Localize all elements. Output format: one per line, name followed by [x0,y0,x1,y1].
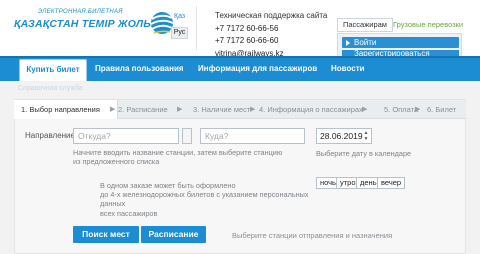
support-title: Техническая поддержка сайта [215,11,328,20]
order-hint-line-3: всех пассажиров [100,208,158,218]
step-arrow-icon: ▶ [250,106,256,113]
step-passengers: 4. Информация о пассажирах [259,105,363,114]
login-button[interactable]: Войти [342,37,459,48]
lang-rus-button[interactable]: Рус [171,27,188,39]
support-phone-1: +7 7172 60-66-56 [215,23,279,33]
step-seats: 3. Наличие мест [193,105,251,114]
to-station-input[interactable] [200,128,305,144]
direction-label: Направление [25,131,75,140]
step-arrow-icon: ▶ [110,106,116,113]
search-seats-button[interactable]: Поиск мест [73,226,139,243]
order-hint-line-2: до 4-х железнодорожных билетов с указани… [100,190,309,209]
step-arrow-icon: ▶ [177,106,183,113]
station-hint: Начните вводить название станции, затем … [73,148,313,166]
step-arrow-icon: ▶ [415,106,421,113]
from-station-input[interactable] [73,128,179,144]
lang-kaz-link[interactable]: Қаз [174,13,185,20]
tab-passengers[interactable]: Пассажирам [337,18,393,32]
nav-rules[interactable]: Правила пользования [95,58,184,81]
ktz-logo[interactable]: ЭЛЕКТРОННАЯ БИЛЕТНАЯ ҚАЗАҚСТАН ТЕМІР ЖОЛ… [14,9,174,43]
schedule-button[interactable]: Расписание [141,226,206,243]
booking-steps: 1. Выбор направления ▶ 2. Расписание ▶ 3… [14,100,466,119]
site-header: ЭЛЕКТРОННАЯ БИЛЕТНАЯ ҚАЗАҚСТАН ТЕМІР ЖОЛ… [0,0,480,58]
main-nav: Купить билет Правила пользования Информа… [0,56,480,81]
auth-box: Войти Зарегистрироваться [337,33,462,58]
step-arrow-icon: ▶ [362,106,368,113]
step-ticket: 6. Билет [427,105,457,114]
help-service-link[interactable]: Справочная служба [18,85,83,92]
order-hint: В одном заказе может быть оформлено до 4… [100,181,314,218]
nav-buy-ticket[interactable]: Купить билет [19,59,87,81]
station-hint-line-1: Начните вводить название станции, затем … [73,148,283,157]
header-divider [196,6,197,50]
station-hint-line-2: из предложенного списка [73,157,160,167]
page: ЭЛЕКТРОННАЯ БИЛЕТНАЯ ҚАЗАҚСТАН ТЕМІР ЖОЛ… [0,0,480,254]
swap-stations-button[interactable] [182,128,192,144]
date-hint: Выберите дату в календаре [316,149,412,158]
select-stations-hint: Выберите станции отправления и назначени… [232,231,393,240]
nav-passenger-info[interactable]: Информация для пассажиров [198,58,317,81]
time-evening-button[interactable]: вечер [377,177,406,189]
order-hint-line-1: В одном заказе может быть оформлено [100,181,236,190]
step-direction: 1. Выбор направления [14,100,118,119]
audience-tabs: Пассажирам Грузовые перевозки [337,18,467,32]
step-payment: 5. Оплата [384,105,419,114]
date-spinner-icon[interactable]: ▲ ▼ [362,130,370,142]
support-block: Техническая поддержка сайта +7 7172 60-6… [215,10,327,60]
support-phone-2: +7 7172 60-66-60 [215,36,279,45]
logo-title: ҚАЗАҚСТАН ТЕМІР ЖОЛЫ [14,18,155,30]
step-schedule: 2. Расписание [118,105,168,114]
tab-cargo[interactable]: Грузовые перевозки [393,18,463,32]
nav-news[interactable]: Новости [331,58,365,81]
logo-subtitle: ЭЛЕКТРОННАЯ БИЛЕТНАЯ [38,9,123,15]
